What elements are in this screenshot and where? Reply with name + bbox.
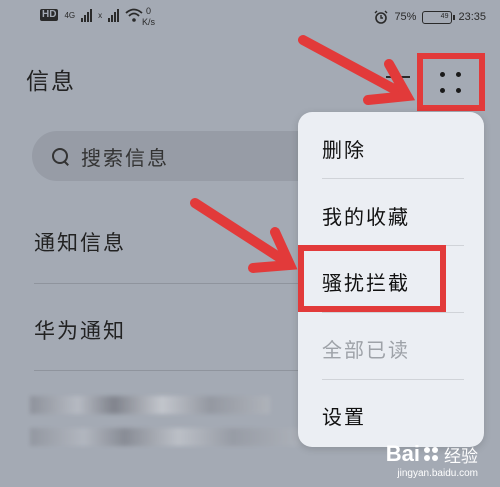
- baidu-watermark: Bai 经验 jingyan.baidu.com: [386, 441, 478, 479]
- arrow-to-more-button: [298, 35, 416, 105]
- more-options-button[interactable]: [417, 53, 485, 111]
- menu-divider: [322, 178, 464, 179]
- menu-divider: [322, 312, 464, 313]
- new-message-button[interactable]: [386, 76, 410, 78]
- signal-bars-icon: [81, 8, 93, 22]
- menu-divider: [322, 379, 464, 380]
- battery-percent: 75%: [394, 11, 417, 23]
- network-type-2: x: [98, 10, 103, 20]
- list-item-notifications[interactable]: 通知信息: [34, 227, 126, 257]
- annotation-highlight-box: [298, 245, 446, 312]
- search-placeholder: 搜索信息: [81, 145, 169, 170]
- watermark-suffix: 经验: [444, 446, 478, 466]
- arrow-to-spam-block: [190, 198, 298, 273]
- status-right: 75% 49 23:35: [374, 10, 486, 24]
- watermark-brand: Bai: [385, 441, 420, 466]
- hd-badge: HD: [40, 9, 59, 21]
- status-left: HD 4G x: [40, 8, 143, 22]
- blurred-conversation-preview: [30, 428, 300, 446]
- wifi-icon: [125, 8, 143, 22]
- menu-item-delete[interactable]: 删除: [322, 134, 366, 163]
- watermark-url: jingyan.baidu.com: [397, 468, 478, 479]
- network-type-1: 4G: [64, 10, 76, 20]
- blurred-conversation-title[interactable]: [30, 396, 270, 414]
- page-title: 信息: [26, 69, 76, 95]
- list-divider: [34, 283, 300, 284]
- search-input[interactable]: 搜索信息: [32, 131, 332, 181]
- baidu-paw-icon: [424, 447, 438, 461]
- clock: 23:35: [458, 11, 486, 23]
- menu-item-mark-all-read[interactable]: 全部已读: [322, 334, 410, 363]
- network-speed: 0 K/s: [142, 6, 156, 27]
- list-item-huawei[interactable]: 华为通知: [34, 315, 126, 345]
- menu-item-settings[interactable]: 设置: [322, 401, 366, 430]
- battery-icon: 49: [422, 10, 456, 24]
- status-bar: HD 4G x 0 K/s 75% 49 23:35: [0, 0, 500, 36]
- list-divider: [34, 370, 300, 371]
- search-icon: [52, 147, 69, 165]
- alarm-icon: [374, 10, 388, 24]
- menu-item-favorites[interactable]: 我的收藏: [322, 201, 410, 230]
- more-dots-icon: [440, 71, 462, 93]
- signal-bars-2-icon: [108, 8, 120, 22]
